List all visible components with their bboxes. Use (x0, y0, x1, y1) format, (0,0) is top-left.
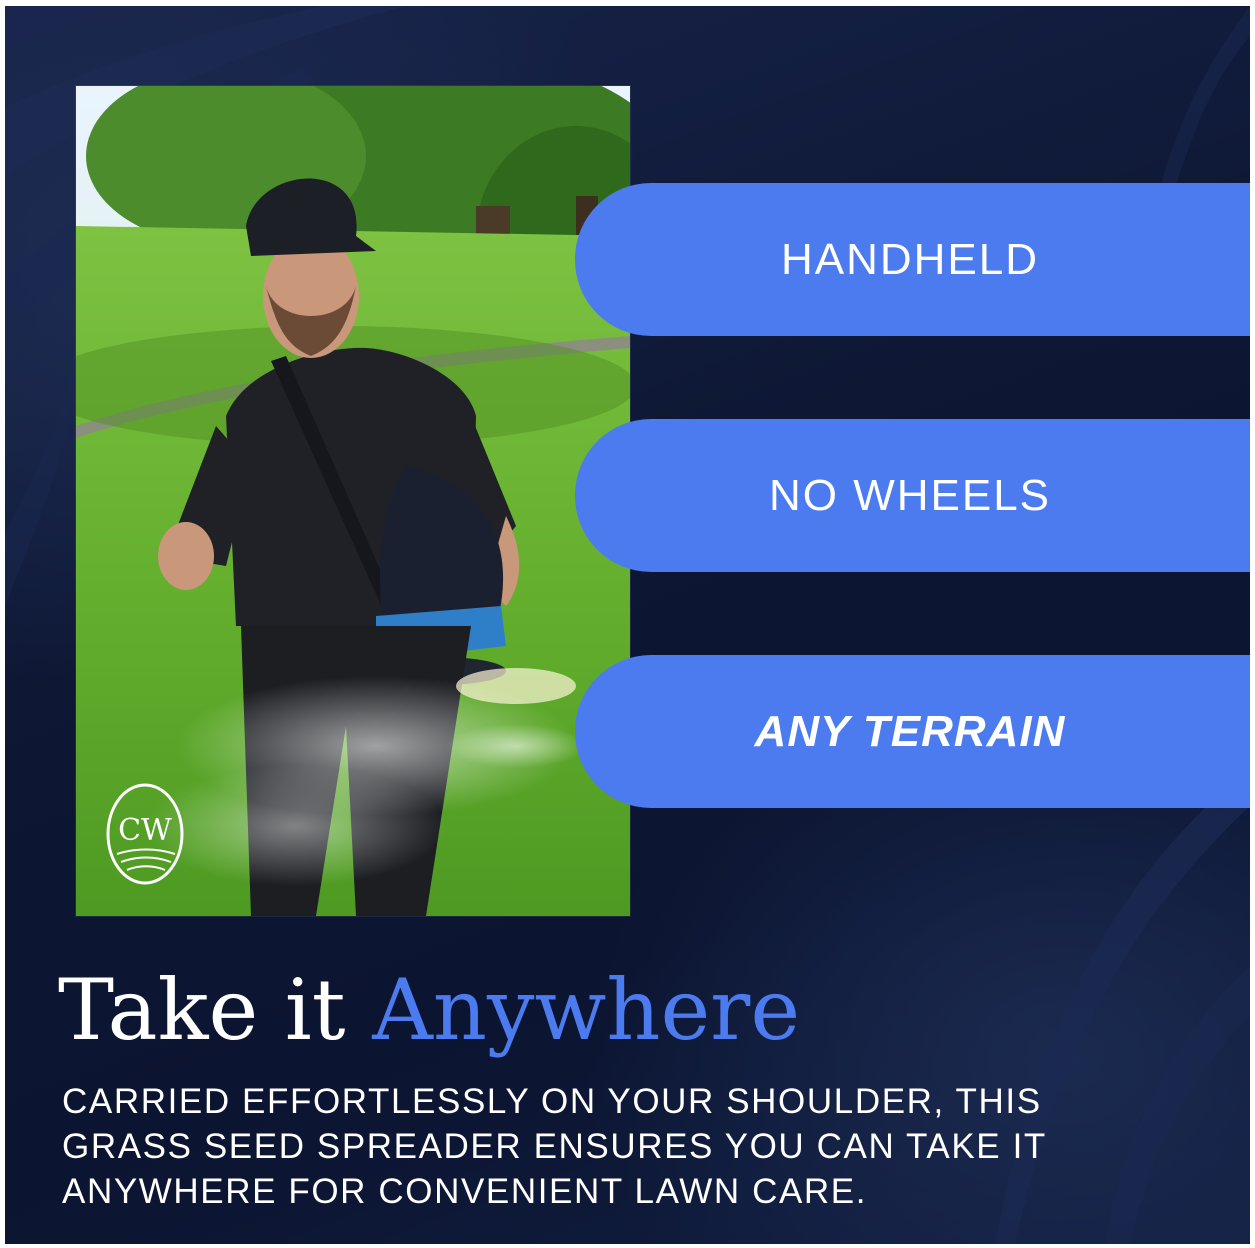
feature-pill-no-wheels: NO WHEELS (575, 419, 1250, 572)
headline-accent: Anywhere (372, 961, 801, 1059)
headline: Take it Anywhere (58, 964, 800, 1056)
description-line: CARRIED EFFORTLESSLY ON YOUR SHOULDER, T… (62, 1082, 1042, 1121)
product-photo: CW (76, 86, 630, 916)
feature-pill-handheld: HANDHELD (575, 183, 1250, 336)
feature-label: NO WHEELS (768, 470, 1052, 520)
feature-label: HANDHELD (780, 234, 1040, 284)
description-line: GRASS SEED SPREADER ENSURES YOU CAN TAKE… (62, 1127, 1047, 1166)
logo-monogram: CW (118, 813, 172, 848)
description-line: ANYWHERE FOR CONVENIENT LAWN CARE. (62, 1172, 868, 1211)
cw-logo-icon: CW (106, 783, 184, 885)
product-feature-card: CW HANDHELD NO WHEELS ANY TERRAIN Take i… (5, 6, 1250, 1244)
feature-label: ANY TERRAIN (754, 706, 1066, 756)
description: CARRIED EFFORTLESSLY ON YOUR SHOULDER, T… (62, 1079, 1062, 1214)
headline-lead: Take it (58, 961, 346, 1059)
feature-pill-any-terrain: ANY TERRAIN (575, 655, 1250, 808)
